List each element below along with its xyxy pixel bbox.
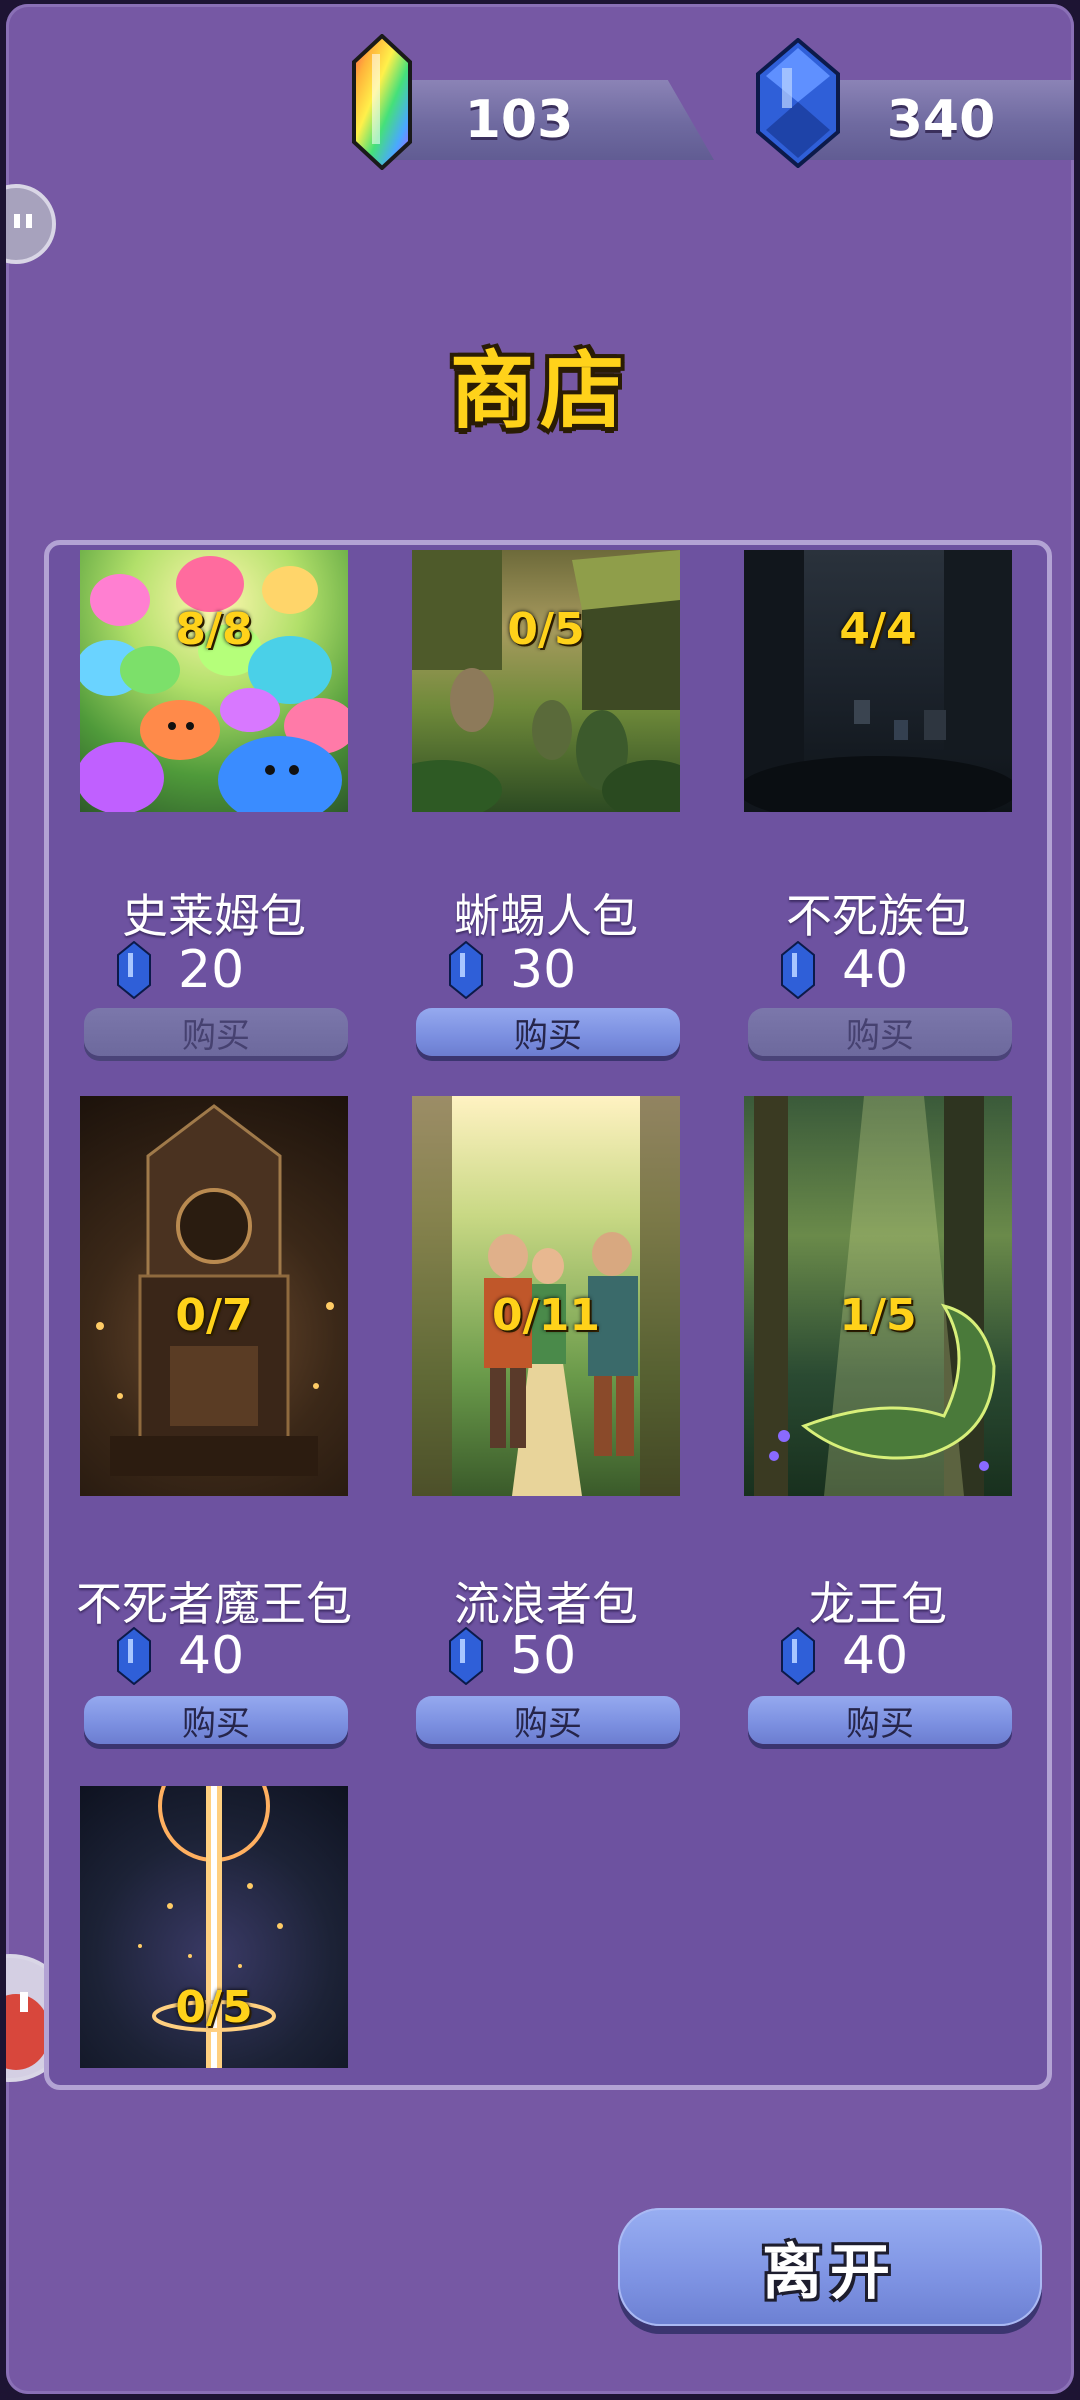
pack-price-slime: 20 xyxy=(116,940,244,1000)
pack-price-undead: 40 xyxy=(780,940,908,1000)
pack-image-undead-lord: 0/7 xyxy=(80,1096,348,1496)
blue-gem-icon xyxy=(449,1627,483,1685)
pack-card-light-pillar[interactable]: 0/5 xyxy=(80,1786,348,2068)
blue-gem-icon xyxy=(781,1627,815,1685)
pack-image-wanderers: 0/11 xyxy=(412,1096,680,1496)
rainbow-currency-bar: 103 xyxy=(384,80,714,160)
leave-button[interactable]: 离开 xyxy=(618,2208,1042,2326)
pack-card-wanderers[interactable]: 0/11 xyxy=(412,1096,680,1496)
pack-card-slime[interactable]: 8/8 xyxy=(80,550,348,812)
pack-count-undead-lord: 0/7 xyxy=(175,1290,253,1341)
pack-image-dragon-king: 1/5 xyxy=(744,1096,1012,1496)
pack-price-lizardfolk: 30 xyxy=(448,940,576,1000)
pack-card-undead-lord[interactable]: 0/7 xyxy=(80,1096,348,1496)
pack-image-undead: 4/4 xyxy=(744,550,1012,812)
pack-count-wanderers: 0/11 xyxy=(492,1290,600,1341)
blue-gem-icon xyxy=(117,1627,151,1685)
pack-image-lizardfolk: 0/5 xyxy=(412,550,680,812)
blue-gem-icon xyxy=(449,941,483,999)
pack-name-undead-lord: 不死者魔王包 xyxy=(76,1577,352,1631)
pack-price-undead-lord: 40 xyxy=(116,1626,244,1686)
page-title: 商店 xyxy=(449,342,630,440)
pack-card-dragon-king[interactable]: 1/5 xyxy=(744,1096,1012,1496)
buy-button-undead[interactable]: 购买 xyxy=(748,1008,1012,1056)
pack-name-slime: 史莱姆包 xyxy=(122,889,306,943)
slime-art xyxy=(80,556,348,812)
pack-name-lizardfolk: 蜥蜴人包 xyxy=(454,889,638,943)
pack-price-dragon-king: 40 xyxy=(780,1626,908,1686)
buy-button-wanderers[interactable]: 购买 xyxy=(416,1696,680,1744)
pack-count-light-pillar: 0/5 xyxy=(175,1982,253,2033)
pack-count-dragon-king: 1/5 xyxy=(839,1290,917,1341)
blue-gem-icon xyxy=(117,941,151,999)
pack-image-slime: 8/8 xyxy=(80,550,348,812)
chat-icon xyxy=(14,214,32,228)
rainbow-currency-value: 103 xyxy=(464,90,574,150)
pack-count-lizardfolk: 0/5 xyxy=(507,604,585,655)
pack-count-slime: 8/8 xyxy=(175,604,253,655)
buy-button-slime[interactable]: 购买 xyxy=(84,1008,348,1056)
buy-button-lizardfolk[interactable]: 购买 xyxy=(416,1008,680,1056)
blue-gem-icon xyxy=(756,38,840,168)
pack-name-dragon-king: 龙王包 xyxy=(809,1577,947,1631)
pack-name-wanderers: 流浪者包 xyxy=(454,1577,638,1631)
lizardfolk-art xyxy=(412,550,680,812)
buy-button-dragon-king[interactable]: 购买 xyxy=(748,1696,1012,1744)
shop-screen: 103 340 商店 8/8 史莱姆包 20 购买 0/5 蜥蜴人包 30 购买… xyxy=(6,4,1074,2394)
graveyard-art xyxy=(744,550,1012,812)
pack-name-undead: 不死族包 xyxy=(786,889,970,943)
blue-gem-icon xyxy=(781,941,815,999)
rainbow-crystal-icon xyxy=(352,34,412,170)
pack-card-undead[interactable]: 4/4 xyxy=(744,550,1012,812)
buy-button-undead-lord[interactable]: 购买 xyxy=(84,1696,348,1744)
pack-price-wanderers: 50 xyxy=(448,1626,576,1686)
blue-currency-value: 340 xyxy=(886,90,996,150)
pack-card-lizardfolk[interactable]: 0/5 xyxy=(412,550,680,812)
side-chat-button[interactable] xyxy=(6,184,56,264)
pack-image-light-pillar: 0/5 xyxy=(80,1786,348,2068)
pack-count-undead: 4/4 xyxy=(839,604,917,655)
